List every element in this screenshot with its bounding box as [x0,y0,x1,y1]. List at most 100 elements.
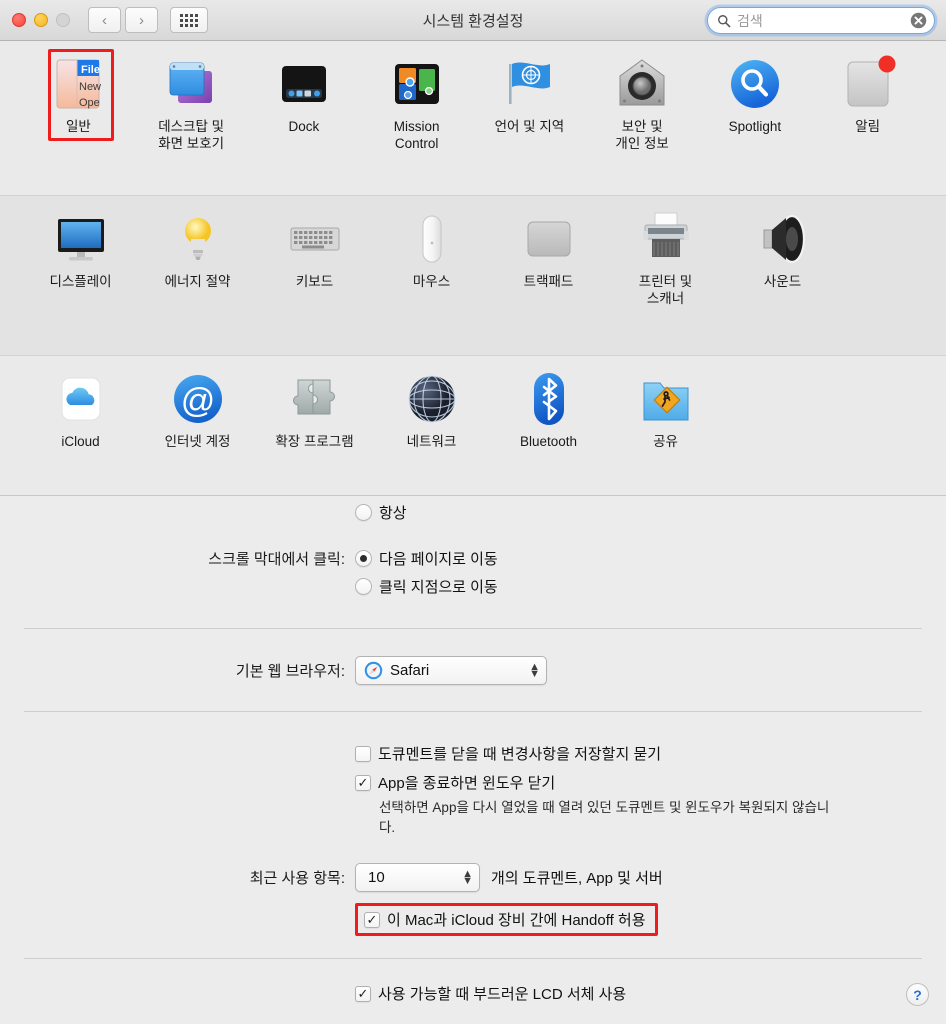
svg-text:File: File [81,64,100,76]
trackpad-icon [520,210,578,268]
pref-item-internet-accounts[interactable]: @ 인터넷 계정 [139,370,256,483]
pref-item-network[interactable]: 네트워크 [373,370,490,483]
sharing-folder-icon [637,370,695,428]
pref-item-trackpad[interactable]: 트랙패드 [490,210,607,343]
default-browser-value: Safari [390,662,430,679]
checkbox-ask-keep-changes[interactable]: 도큐멘트를 닫을 때 변경사항을 저장할지 묻기 [355,743,946,764]
recent-items-stepper[interactable]: 10 ▲ ▼ [355,863,480,893]
document-options-row: 도큐멘트를 닫을 때 변경사항을 저장할지 묻기 ✓ App을 종료하면 윈도우… [0,743,946,837]
pref-row-3: iCloud @ 인터넷 계정 확장 프로그램 네트워크 Bluetooth 공… [0,356,946,496]
radio-jump-to-spot[interactable]: 클릭 지점으로 이동 [355,576,946,597]
pref-item-label: iCloud [61,434,100,449]
close-windows-hint: 선택하면 App을 다시 열었을 때 열려 있던 도큐멘트 및 윈도우가 복원되… [379,800,830,835]
lcd-font-row: ✓ 사용 가능할 때 부드러운 LCD 서체 사용 [0,983,946,1004]
pref-item-printers-scanners[interactable]: 프린터 및 스캐너 [607,210,724,343]
svg-text:@: @ [180,382,215,420]
checkbox-lcd-font-label: 사용 가능할 때 부드러운 LCD 서체 사용 [378,986,627,1004]
pref-item-label: 에너지 절약 [164,274,231,289]
radio-jump-next-page[interactable]: 다음 페이지로 이동 [355,548,946,569]
pref-item-label: Spotlight [728,119,782,134]
search-field[interactable]: 검색 [707,7,935,34]
svg-text:New: New [79,81,101,93]
displays-icon [52,210,110,268]
energy-saver-bulb-icon [169,210,227,268]
general-settings-pane: 항상 스크롤 막대에서 클릭: 다음 페이지로 이동 클릭 지점으로 이동 기본… [0,502,946,1018]
handoff-highlight-box: ✓ 이 Mac과 iCloud 장비 간에 Handoff 허용 [355,903,658,937]
pref-item-label: 트랙패드 [523,274,574,289]
pref-item-extensions[interactable]: 확장 프로그램 [256,370,373,483]
radio-always-button[interactable] [355,504,372,521]
radio-jump-next-page-label: 다음 페이지로 이동 [379,551,498,568]
chevron-updown-icon[interactable]: ▲ ▼ [462,868,473,886]
keyboard-icon [286,210,344,268]
radio-jump-to-spot-button[interactable] [355,578,372,595]
close-button[interactable] [12,13,26,27]
search-container: 검색 [707,7,935,34]
pref-item-label: 네트워크 [406,434,457,449]
checkbox-close-windows-on-quit[interactable]: ✓ App을 종료하면 윈도우 닫기 [355,772,946,793]
pref-item-mouse[interactable]: 마우스 [373,210,490,343]
checkbox-handoff[interactable]: ✓ 이 Mac과 iCloud 장비 간에 Handoff 허용 [364,909,646,930]
back-button[interactable]: ‹ [88,7,121,33]
radio-always[interactable]: 항상 [355,502,946,523]
icloud-icon [52,370,110,428]
scrollbar-click-label: 스크롤 막대에서 클릭: [208,551,345,568]
pref-item-notifications[interactable]: 알림 [811,55,924,183]
pref-item-label: 공유 [653,434,678,449]
handoff-row: ✓ 이 Mac과 iCloud 장비 간에 Handoff 허용 [0,903,946,937]
pref-item-label: 보안 및 개인 정보 [615,119,669,151]
navigation-buttons: ‹ › [88,7,158,33]
recent-items-suffix: 개의 도큐멘트, App 및 서버 [491,870,663,888]
minimize-button[interactable] [34,13,48,27]
checkbox-lcd-font[interactable]: ✓ 사용 가능할 때 부드러운 LCD 서체 사용 [355,983,946,1004]
pref-item-language-region[interactable]: 언어 및 지역 [473,55,586,183]
pref-row-2: 디스플레이 에너지 절약 키보드 마우스 트랙패드 프린터 및 스캐너 사운드 [0,196,946,356]
checkbox-close-windows-on-quit-box[interactable]: ✓ [355,774,371,791]
pref-item-label: 마우스 [412,274,451,289]
preference-pane-grid: File New Ope 일반 데스크탑 및 화면 보호기 Dock Missi… [0,41,946,496]
window-titlebar: ‹ › 시스템 환경설정 검색 [0,0,946,41]
pref-item-general[interactable]: File New Ope 일반 [22,49,135,183]
clear-icon[interactable] [910,12,927,29]
pref-item-keyboard[interactable]: 키보드 [256,210,373,343]
safari-compass-icon [364,661,383,680]
scrollbar-show-row: 항상 [0,502,946,523]
chevron-updown-icon[interactable]: ▲ ▼ [529,661,540,679]
checkbox-ask-keep-changes-label: 도큐멘트를 닫을 때 변경사항을 저장할지 묻기 [378,746,662,763]
forward-button[interactable]: › [125,7,158,33]
pref-item-spotlight[interactable]: Spotlight [699,55,812,183]
pref-item-label: 언어 및 지역 [494,119,565,134]
pref-item-icloud[interactable]: iCloud [22,370,139,483]
radio-jump-next-page-button[interactable] [355,550,372,567]
bluetooth-icon [520,370,578,428]
radio-jump-to-spot-label: 클릭 지점으로 이동 [379,579,498,596]
pref-item-label: 데스크탑 및 화면 보호기 [158,119,225,151]
pref-item-desktop-screensaver[interactable]: 데스크탑 및 화면 보호기 [135,55,248,183]
default-browser-popup[interactable]: Safari ▲ ▼ [355,656,547,685]
recent-items-value: 10 [368,869,385,887]
internet-accounts-at-icon: @ [169,370,227,428]
pref-item-security-privacy[interactable]: 보안 및 개인 정보 [586,55,699,183]
network-globe-icon [403,370,461,428]
pref-item-bluetooth[interactable]: Bluetooth [490,370,607,483]
help-button[interactable]: ? [906,983,929,1006]
spotlight-icon [726,55,784,113]
show-all-button[interactable] [170,7,208,33]
pref-item-displays[interactable]: 디스플레이 [22,210,139,343]
checkbox-ask-keep-changes-box[interactable] [355,745,371,762]
pref-item-label: Mission Control [393,119,440,151]
pref-item-mission-control[interactable]: Mission Control [360,55,473,183]
grid-icon [180,13,198,27]
pref-item-label: 디스플레이 [49,274,112,289]
checkbox-lcd-font-box[interactable]: ✓ [355,985,371,1002]
pref-item-energy-saver[interactable]: 에너지 절약 [139,210,256,343]
divider-2 [24,711,922,712]
pref-item-sharing[interactable]: 공유 [607,370,724,483]
pref-item-dock[interactable]: Dock [248,55,361,183]
pref-item-sound[interactable]: 사운드 [724,210,841,343]
scrollbar-click-row: 스크롤 막대에서 클릭: 다음 페이지로 이동 클릭 지점으로 이동 [0,548,946,597]
zoom-button-disabled [56,13,70,27]
search-input[interactable]: 검색 [737,11,910,31]
recent-items-row: 최근 사용 항목: 10 ▲ ▼ 개의 도큐멘트, App 및 서버 [0,863,946,893]
checkbox-handoff-box[interactable]: ✓ [364,911,380,928]
